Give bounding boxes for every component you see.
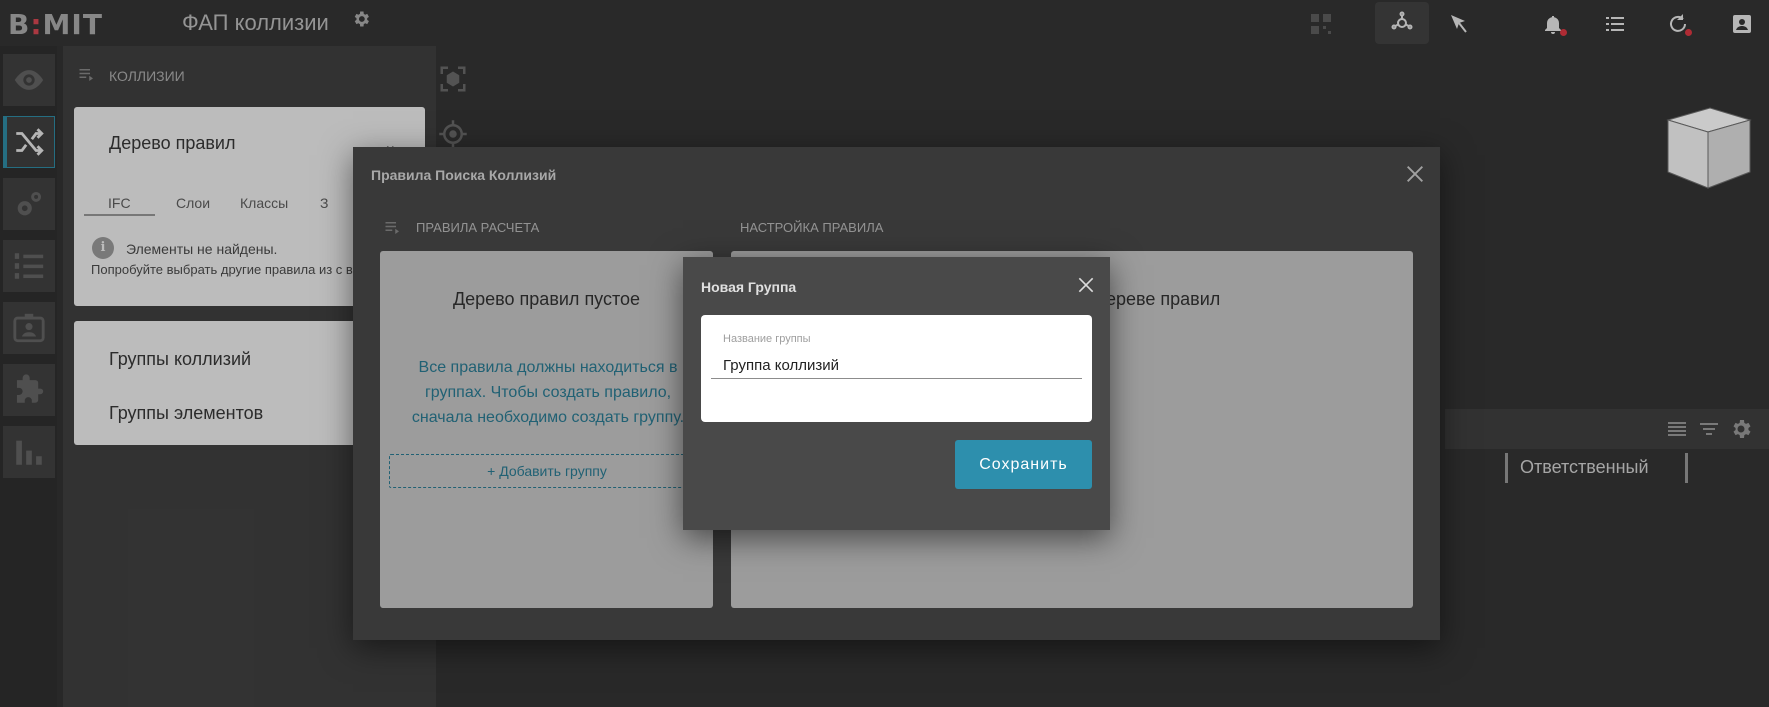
group-name-field-card: Название группы — [701, 315, 1092, 422]
new-group-dialog: Новая Группа Название группы Сохранить — [683, 257, 1110, 530]
close-icon[interactable] — [1076, 275, 1096, 295]
group-name-input[interactable] — [711, 353, 1082, 379]
new-group-title: Новая Группа — [701, 279, 797, 295]
save-button[interactable]: Сохранить — [955, 440, 1092, 489]
group-name-label: Название группы — [723, 333, 811, 345]
